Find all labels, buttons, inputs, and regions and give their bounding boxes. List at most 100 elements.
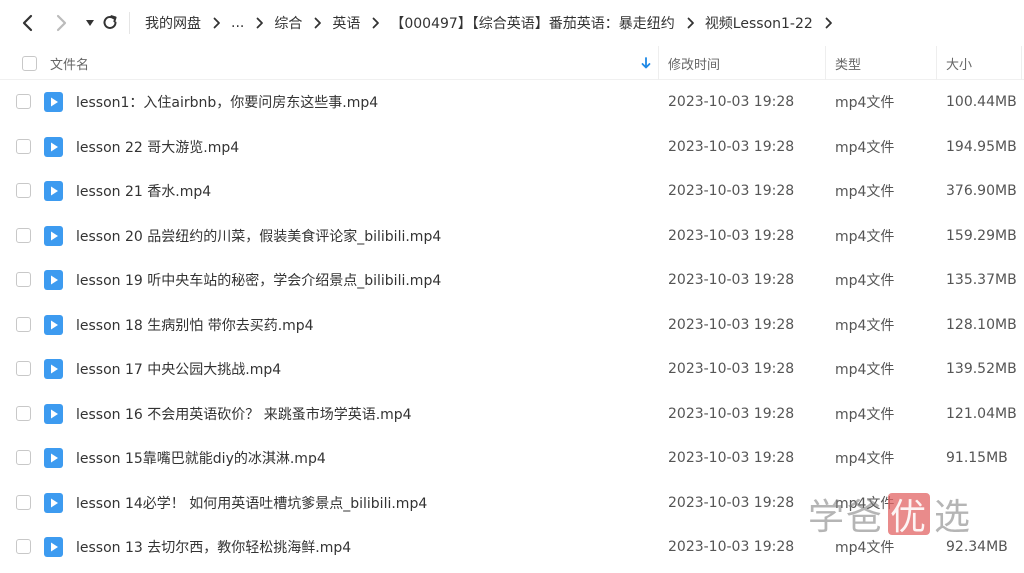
breadcrumb-item-current[interactable]: 视频Lesson1-22 bbox=[705, 13, 813, 33]
table-row[interactable]: lesson 18 生病别怕 带你去买药.mp4 2023-10-03 19:2… bbox=[0, 302, 1024, 348]
file-name[interactable]: lesson 17 中央公园大挑战.mp4 bbox=[76, 347, 281, 392]
file-type: mp4文件 bbox=[835, 406, 895, 423]
file-type: mp4文件 bbox=[835, 317, 895, 334]
row-checkbox[interactable] bbox=[16, 539, 31, 554]
video-file-icon bbox=[44, 181, 63, 201]
table-row[interactable]: lesson 19 听中央车站的秘密，学会介绍景点_bilibili.mp4 2… bbox=[0, 258, 1024, 303]
column-header-modified[interactable]: 修改时间 bbox=[668, 46, 720, 80]
column-header-type[interactable]: 类型 bbox=[835, 46, 861, 80]
breadcrumb-item-english[interactable]: 英语 bbox=[332, 13, 360, 33]
video-file-icon bbox=[44, 403, 63, 424]
file-name[interactable]: lesson 20 品尝纽约的川菜，假装美食评论家_bilibili.mp4 bbox=[76, 214, 441, 259]
row-checkbox[interactable] bbox=[16, 405, 31, 421]
row-checkbox[interactable] bbox=[16, 138, 31, 154]
file-modified: 2023-10-03 19:28 bbox=[668, 94, 795, 111]
table-row[interactable]: lesson1：入住airbnb，你要问房东这些事.mp4 2023-10-03… bbox=[0, 80, 1024, 125]
row-checkbox[interactable] bbox=[16, 183, 31, 198]
row-checkbox[interactable] bbox=[16, 227, 31, 243]
sort-down-arrow-icon[interactable] bbox=[641, 46, 651, 80]
file-size: 376.90MB bbox=[946, 183, 1017, 200]
video-file-icon bbox=[44, 136, 63, 157]
file-modified: 2023-10-03 19:28 bbox=[668, 361, 795, 378]
nav-divider bbox=[129, 12, 130, 34]
breadcrumb: 我的网盘 ... 综合 英语 【000497】【综合英语】番茄英语：暴走纽约 视… bbox=[145, 0, 843, 46]
row-checkbox[interactable] bbox=[16, 272, 31, 287]
file-modified: 2023-10-03 19:28 bbox=[668, 450, 795, 467]
video-file-icon bbox=[44, 359, 63, 379]
file-modified: 2023-10-03 19:28 bbox=[668, 316, 795, 333]
file-modified: 2023-10-03 19:28 bbox=[668, 539, 795, 556]
file-type: mp4文件 bbox=[835, 228, 895, 245]
file-type: mp4文件 bbox=[835, 273, 895, 290]
table-row[interactable]: lesson 22 哥大游览.mp4 2023-10-03 19:28 mp4文… bbox=[0, 124, 1024, 170]
row-checkbox[interactable] bbox=[16, 494, 31, 510]
file-name[interactable]: lesson 22 哥大游览.mp4 bbox=[76, 125, 239, 170]
file-name[interactable]: lesson 14必学！ 如何用英语吐槽坑爹景点_bilibili.mp4 bbox=[76, 481, 427, 526]
file-name[interactable]: lesson 15靠嘴巴就能diy的冰淇淋.mp4 bbox=[76, 436, 326, 481]
refresh-icon[interactable] bbox=[100, 13, 120, 33]
column-divider[interactable] bbox=[658, 46, 659, 80]
column-divider[interactable] bbox=[825, 46, 826, 80]
file-modified: 2023-10-03 19:28 bbox=[668, 494, 795, 511]
breadcrumb-item-course[interactable]: 【000497】【综合英语】番茄英语：暴走纽约 bbox=[390, 13, 674, 33]
chevron-right-icon bbox=[256, 17, 264, 29]
file-name[interactable]: lesson 13 去切尔西，教你轻松挑海鲜.mp4 bbox=[76, 525, 351, 570]
column-divider[interactable] bbox=[936, 46, 937, 80]
watermark-logo: 学 爸 优 选 bbox=[808, 488, 972, 540]
file-size: 194.95MB bbox=[946, 138, 1017, 155]
file-name[interactable]: lesson 16 不会用英语砍价？ 来跳蚤市场学英语.mp4 bbox=[76, 392, 412, 437]
file-modified: 2023-10-03 19:28 bbox=[668, 183, 795, 200]
row-checkbox[interactable] bbox=[16, 316, 31, 332]
forward-arrow-icon[interactable] bbox=[52, 13, 72, 33]
video-file-icon bbox=[44, 314, 63, 335]
chevron-right-icon bbox=[687, 17, 695, 29]
column-header-size[interactable]: 大小 bbox=[946, 46, 972, 80]
file-type: mp4文件 bbox=[835, 95, 895, 112]
breadcrumb-item-root[interactable]: 我的网盘 bbox=[145, 13, 201, 33]
video-file-icon bbox=[44, 270, 63, 290]
file-name[interactable]: lesson 21 香水.mp4 bbox=[76, 169, 211, 214]
chevron-right-icon bbox=[314, 17, 322, 29]
file-size: 128.10MB bbox=[946, 316, 1017, 333]
video-file-icon bbox=[44, 92, 63, 112]
watermark-char: 学 bbox=[808, 497, 847, 538]
file-modified: 2023-10-03 19:28 bbox=[668, 272, 795, 289]
chevron-right-icon bbox=[372, 17, 380, 29]
table-row[interactable]: lesson 20 品尝纽约的川菜，假装美食评论家_bilibili.mp4 2… bbox=[0, 213, 1024, 259]
caret-down-icon[interactable] bbox=[80, 13, 100, 33]
column-header-name[interactable]: 文件名 bbox=[50, 46, 89, 80]
file-modified: 2023-10-03 19:28 bbox=[668, 405, 795, 422]
row-checkbox[interactable] bbox=[16, 361, 31, 376]
back-arrow-icon[interactable] bbox=[17, 13, 37, 33]
breadcrumb-item-zonghe[interactable]: 综合 bbox=[274, 13, 302, 33]
file-type: mp4文件 bbox=[835, 362, 895, 379]
file-name[interactable]: lesson 18 生病别怕 带你去买药.mp4 bbox=[76, 303, 314, 348]
row-checkbox[interactable] bbox=[16, 94, 31, 109]
table-row[interactable]: lesson 21 香水.mp4 2023-10-03 19:28 mp4文件 … bbox=[0, 169, 1024, 214]
file-type: mp4文件 bbox=[835, 184, 895, 201]
file-size: 159.29MB bbox=[946, 227, 1017, 244]
table-row[interactable]: lesson 15靠嘴巴就能diy的冰淇淋.mp4 2023-10-03 19:… bbox=[0, 436, 1024, 481]
video-file-icon bbox=[44, 492, 63, 513]
file-size: 100.44MB bbox=[946, 94, 1017, 111]
file-size: 135.37MB bbox=[946, 272, 1017, 289]
table-row[interactable]: lesson 16 不会用英语砍价？ 来跳蚤市场学英语.mp4 2023-10-… bbox=[0, 391, 1024, 437]
row-checkbox[interactable] bbox=[16, 450, 31, 465]
video-file-icon bbox=[44, 537, 63, 557]
file-list-header: 文件名 修改时间 类型 大小 bbox=[0, 46, 1024, 80]
watermark-char-highlight: 优 bbox=[888, 493, 931, 538]
breadcrumb-item-ellipsis[interactable]: ... bbox=[231, 15, 244, 31]
table-row[interactable]: lesson 17 中央公园大挑战.mp4 2023-10-03 19:28 m… bbox=[0, 347, 1024, 392]
column-divider[interactable] bbox=[1021, 46, 1022, 80]
file-modified: 2023-10-03 19:28 bbox=[668, 138, 795, 155]
file-type: mp4文件 bbox=[835, 451, 895, 468]
chevron-right-icon bbox=[213, 17, 221, 29]
select-all-checkbox[interactable] bbox=[22, 46, 37, 80]
file-type: mp4文件 bbox=[835, 139, 895, 156]
file-name[interactable]: lesson1：入住airbnb，你要问房东这些事.mp4 bbox=[76, 80, 378, 125]
checkbox-box[interactable] bbox=[22, 55, 37, 71]
file-modified: 2023-10-03 19:28 bbox=[668, 227, 795, 244]
watermark-char: 选 bbox=[934, 497, 973, 538]
file-size: 91.15MB bbox=[946, 450, 1008, 467]
file-name[interactable]: lesson 19 听中央车站的秘密，学会介绍景点_bilibili.mp4 bbox=[76, 258, 441, 303]
